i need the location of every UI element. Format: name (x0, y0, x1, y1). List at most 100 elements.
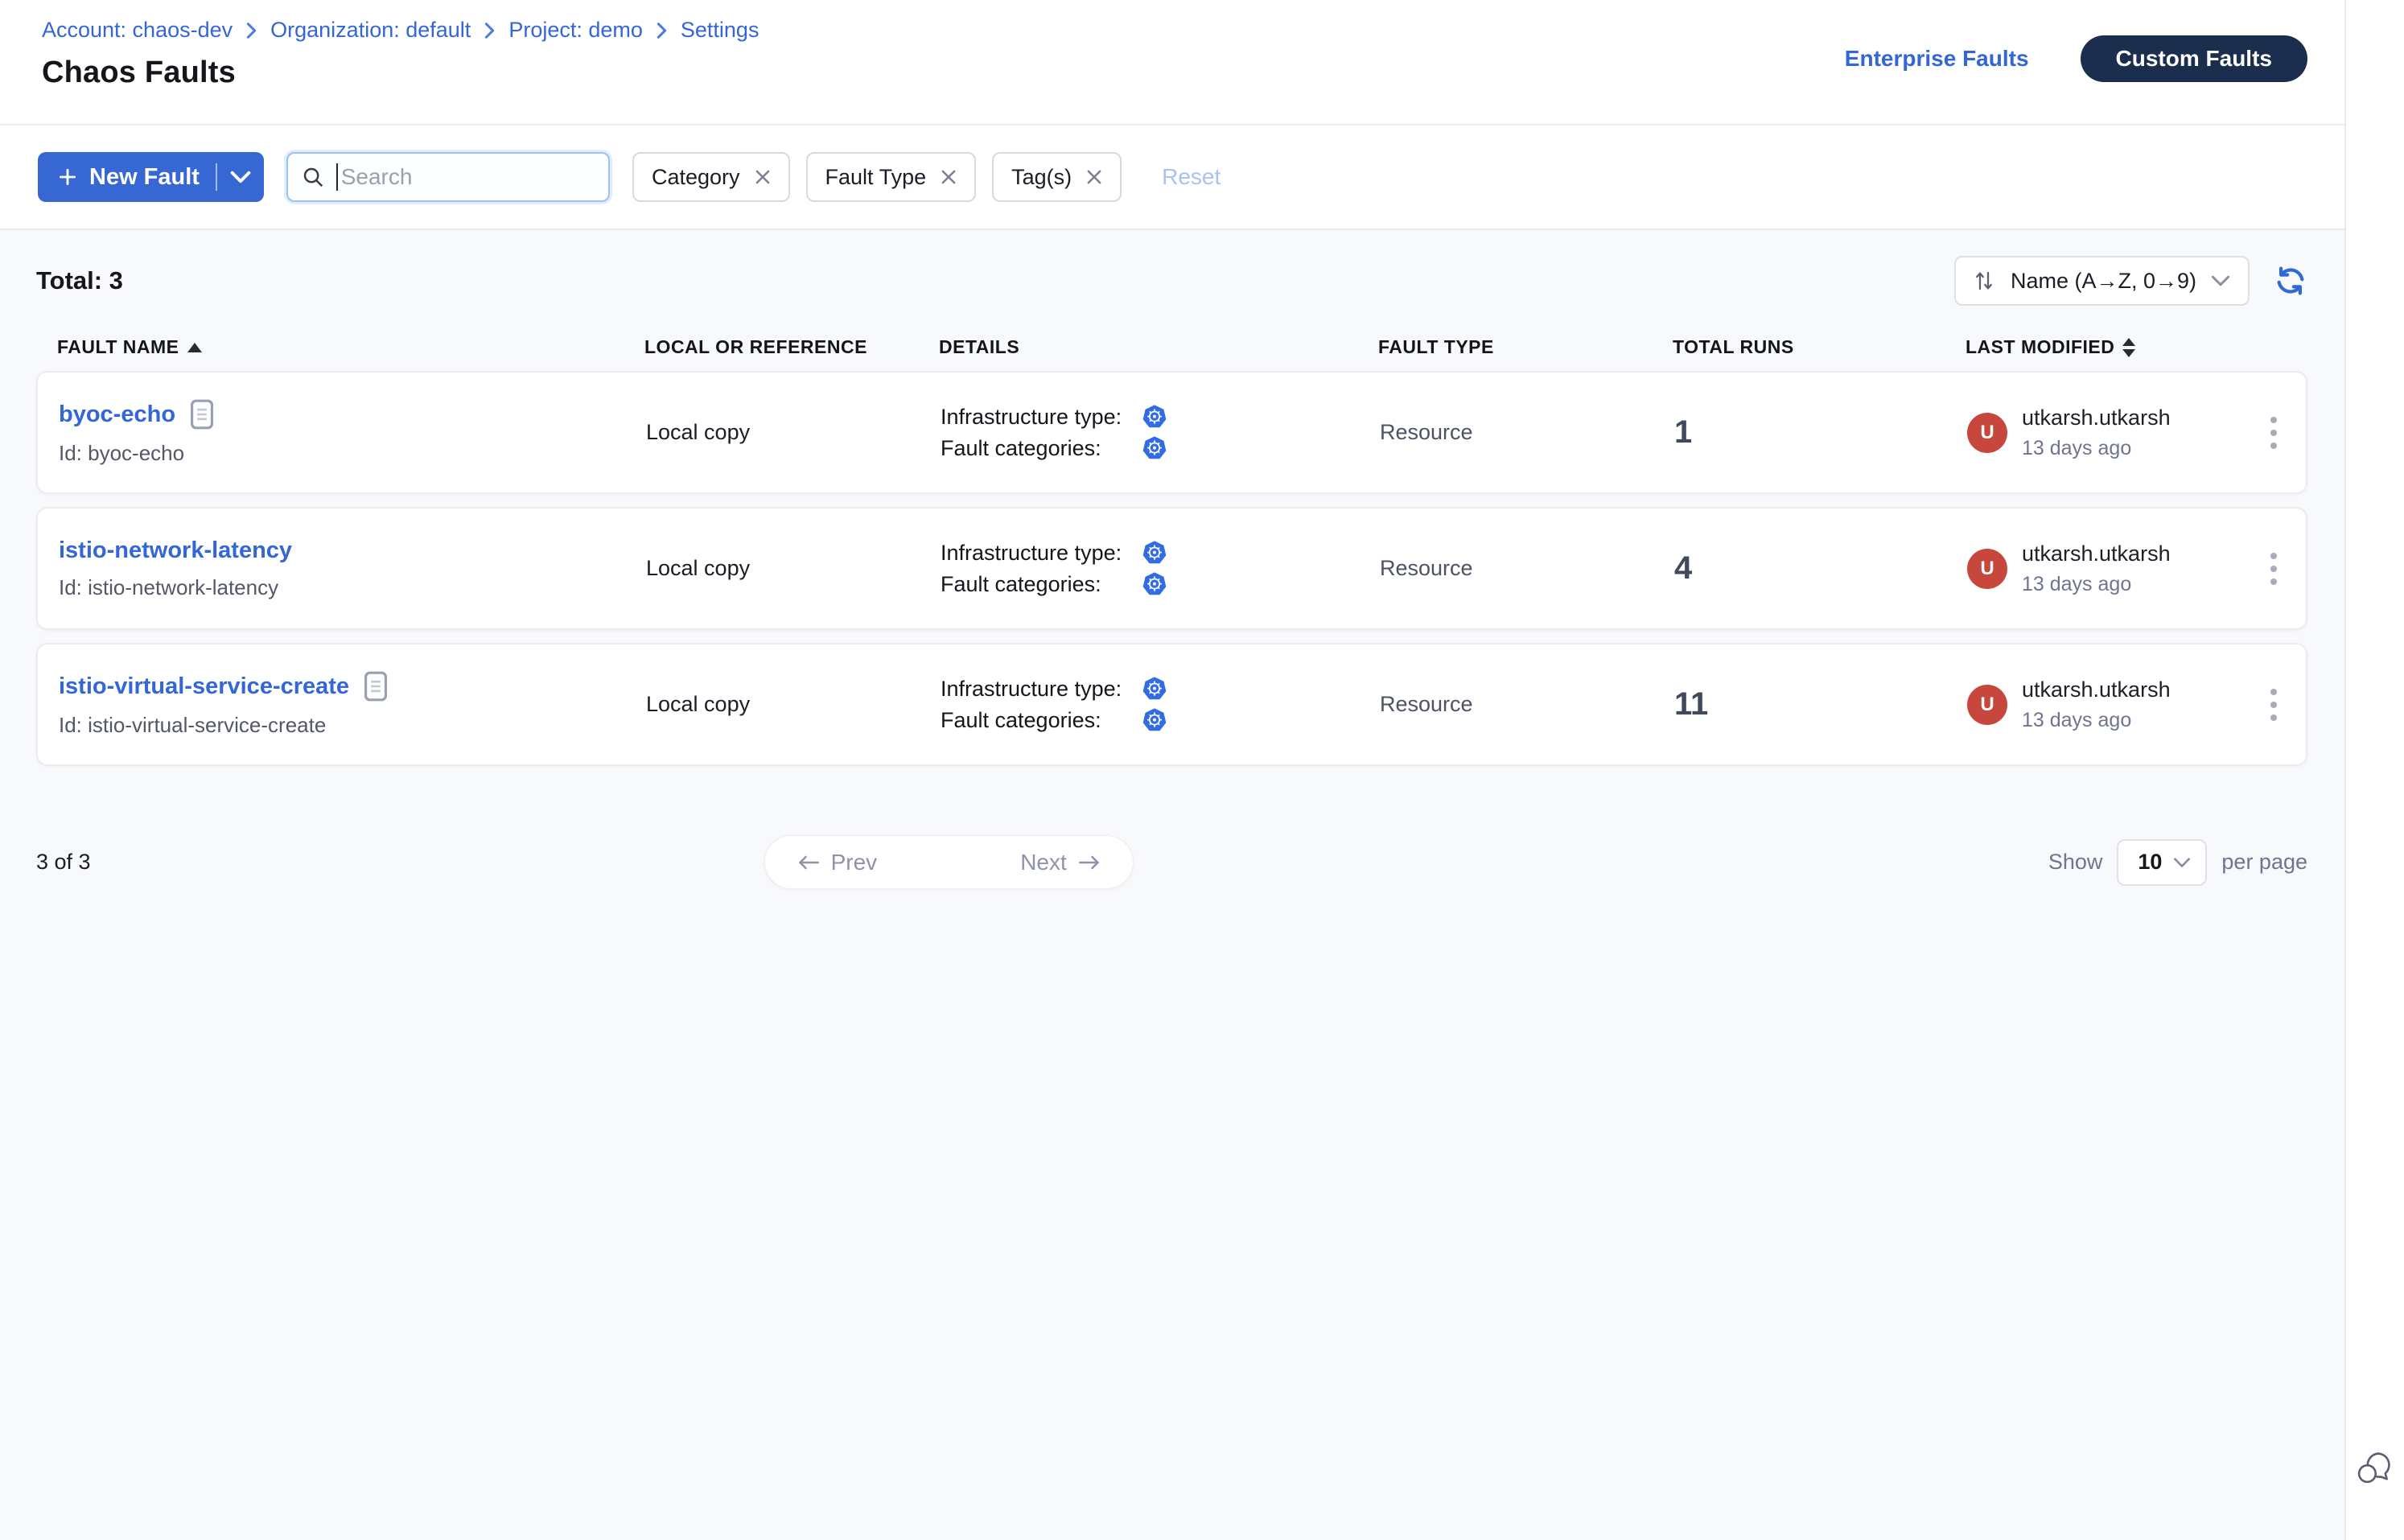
fault-name-cell: istio-network-latency Id: istio-network-… (59, 537, 646, 600)
column-header-local-or-reference: LOCAL OR REFERENCE (644, 336, 939, 358)
chaos-faults-page: Account: chaos-dev Organization: default… (0, 0, 2404, 1540)
search-box[interactable] (286, 152, 610, 202)
fault-categories-label: Fault categories: (941, 436, 1142, 461)
avatar: U (1967, 549, 2007, 589)
total-runs-cell: 11 (1674, 686, 1967, 723)
breadcrumb-organization-link[interactable]: Organization: default (270, 18, 471, 43)
total-runs-cell: 4 (1674, 550, 1967, 587)
table-row: istio-virtual-service-create Id: istio-v… (36, 643, 2307, 766)
new-fault-dropdown-toggle[interactable] (217, 152, 264, 202)
infrastructure-type-label: Infrastructure type: (941, 405, 1142, 430)
row-menu-button[interactable] (2262, 545, 2285, 593)
list-header: Total: 3 Name (A→Z, 0→9) (36, 256, 2307, 306)
page-size-select[interactable]: 10 (2117, 839, 2207, 886)
last-modified-cell: U utkarsh.utkarsh 13 days ago (1967, 406, 2260, 460)
avatar: U (1967, 685, 2007, 725)
breadcrumb-chevron-icon (656, 22, 668, 39)
breadcrumb-project-link[interactable]: Project: demo (508, 18, 643, 43)
chat-icon[interactable] (2353, 1447, 2394, 1493)
sort-dropdown[interactable]: Name (A→Z, 0→9) (1954, 256, 2250, 306)
filter-chip-category[interactable]: Category (632, 152, 790, 202)
remove-filter-icon[interactable] (1086, 169, 1102, 185)
prev-page-button[interactable]: Prev (765, 836, 910, 888)
chevron-down-icon (2211, 274, 2230, 287)
new-fault-label: New Fault (89, 164, 200, 191)
last-modified-cell: U utkarsh.utkarsh 13 days ago (1967, 677, 2260, 732)
arrow-left-icon (797, 854, 820, 871)
modified-by: utkarsh.utkarsh (2022, 541, 2171, 566)
kubernetes-icon (1142, 676, 1167, 702)
breadcrumb-chevron-icon (245, 22, 257, 39)
search-input[interactable] (341, 164, 595, 190)
fault-type-cell: Resource (1380, 556, 1674, 581)
breadcrumb-settings-link[interactable]: Settings (681, 18, 759, 43)
row-menu-button[interactable] (2262, 681, 2285, 729)
infrastructure-type-label: Infrastructure type: (941, 677, 1142, 702)
pagination-bar: 3 of 3 Prev 1 Next Show 10 (36, 835, 2307, 889)
row-menu-button[interactable] (2262, 409, 2285, 457)
fault-name-link[interactable]: istio-network-latency (59, 537, 292, 564)
filter-chips: Category Fault Type Tag(s) (632, 152, 1122, 202)
next-page-button[interactable]: Next (988, 836, 1133, 888)
modified-by: utkarsh.utkarsh (2022, 406, 2171, 430)
fault-name-cell: istio-virtual-service-create Id: istio-v… (59, 671, 646, 738)
filter-chip-fault-type[interactable]: Fault Type (806, 152, 977, 202)
fault-type-cell: Resource (1380, 420, 1674, 445)
page-header: Account: chaos-dev Organization: default… (0, 0, 2344, 126)
description-icon[interactable] (190, 399, 214, 430)
page-number-button[interactable]: 1 (909, 836, 988, 888)
details-cell: Infrastructure type: Fault categories: (941, 534, 1380, 603)
enterprise-faults-link[interactable]: Enterprise Faults (1845, 46, 2029, 72)
filter-chip-tags[interactable]: Tag(s) (992, 152, 1122, 202)
remove-filter-icon[interactable] (941, 169, 957, 185)
sort-arrows-icon (1972, 269, 1996, 293)
arrow-right-icon (1078, 854, 1101, 871)
breadcrumb-chevron-icon (484, 22, 496, 39)
total-runs-cell: 1 (1674, 414, 1967, 451)
refresh-button[interactable] (2274, 264, 2307, 298)
kubernetes-icon (1142, 707, 1167, 733)
custom-faults-button[interactable]: Custom Faults (2081, 35, 2307, 82)
local-or-reference-cell: Local copy (646, 692, 941, 717)
fault-id: Id: istio-virtual-service-create (59, 713, 646, 738)
pager: Prev 1 Next (764, 835, 1134, 889)
fault-id: Id: byoc-echo (59, 441, 646, 466)
description-icon[interactable] (364, 671, 388, 702)
reset-filters-link[interactable]: Reset (1162, 164, 1221, 190)
column-header-fault-name[interactable]: FAULT NAME (57, 336, 644, 358)
modified-time: 13 days ago (2022, 709, 2171, 732)
total-count: Total: 3 (36, 266, 123, 295)
fault-name-cell: byoc-echo Id: byoc-echo (59, 399, 646, 466)
modified-time: 13 days ago (2022, 573, 2171, 596)
filter-chip-label: Category (652, 165, 740, 190)
plus-icon (57, 167, 78, 187)
avatar: U (1967, 413, 2007, 453)
fault-categories-label: Fault categories: (941, 572, 1142, 597)
local-or-reference-cell: Local copy (646, 556, 941, 581)
page-size-control: Show 10 per page (2048, 839, 2307, 886)
infrastructure-type-label: Infrastructure type: (941, 541, 1142, 566)
column-header-last-modified[interactable]: LAST MODIFIED (1966, 336, 2258, 358)
search-icon (301, 165, 325, 189)
sort-label: Name (A→Z, 0→9) (2011, 269, 2196, 294)
show-label: Show (2048, 850, 2103, 875)
text-cursor (336, 163, 338, 191)
column-header-fault-type: FAULT TYPE (1378, 336, 1673, 358)
range-label: 3 of 3 (36, 850, 91, 875)
breadcrumb-account-link[interactable]: Account: chaos-dev (42, 18, 233, 43)
new-fault-button[interactable]: New Fault (38, 152, 264, 202)
local-or-reference-cell: Local copy (646, 420, 941, 445)
table-row: byoc-echo Id: byoc-echo Local copy Infra… (36, 371, 2307, 494)
content-area: Total: 3 Name (A→Z, 0→9) FAULT NAME (0, 256, 2344, 889)
chevron-down-icon (2173, 857, 2191, 868)
per-page-label: per page (2221, 850, 2307, 875)
header-actions: Enterprise Faults Custom Faults (1845, 35, 2307, 82)
fault-name-link[interactable]: byoc-echo (59, 401, 175, 428)
remove-filter-icon[interactable] (755, 169, 771, 185)
fault-name-link[interactable]: istio-virtual-service-create (59, 673, 349, 700)
filter-chip-label: Tag(s) (1011, 165, 1072, 190)
last-modified-cell: U utkarsh.utkarsh 13 days ago (1967, 541, 2260, 596)
sort-both-icon (2122, 338, 2135, 357)
table-header-row: FAULT NAME LOCAL OR REFERENCE DETAILS FA… (36, 336, 2307, 358)
sort-asc-icon (187, 343, 202, 352)
